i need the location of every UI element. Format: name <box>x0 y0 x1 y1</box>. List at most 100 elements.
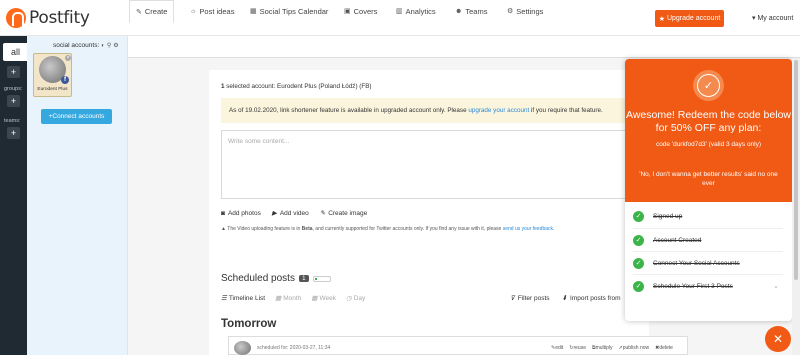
calendar-icon: ▦ <box>311 295 318 302</box>
tab-covers[interactable]: ▣ Covers <box>344 0 377 22</box>
scheduled-count-badge: 1 <box>298 275 309 282</box>
tab-bar <box>128 36 800 58</box>
checklist-label: Connect Your Social Accounts <box>653 259 740 267</box>
post-content-textarea[interactable]: Write some content... <box>221 130 626 199</box>
divider <box>633 274 783 275</box>
camera-icon: ◙ <box>221 209 225 217</box>
add-video-label: Add video <box>279 209 309 217</box>
action-label: edit <box>555 345 564 351</box>
checklist-item-account-created: ✓ Account Created <box>633 234 783 246</box>
tab-create[interactable]: ✎ Create <box>129 0 175 23</box>
tab-settings[interactable]: ⚙ Settings <box>507 0 543 22</box>
facebook-icon: f <box>61 76 69 84</box>
selected-text: selected account: <box>226 83 276 90</box>
scrollbar-thumb[interactable] <box>794 60 798 280</box>
edit-post-button[interactable]: ✎edit <box>551 345 563 351</box>
tab-social-tips-calendar[interactable]: ▦ Social Tips Calendar <box>250 0 328 22</box>
checklist-item-connect-accounts: ✓ Connect Your Social Accounts <box>633 257 783 269</box>
tab-label: Teams <box>465 6 488 16</box>
check-circle-icon: ✓ <box>633 280 644 292</box>
search-icon[interactable]: ⚲ <box>107 42 111 49</box>
import-label: Import posts from <box>570 294 621 302</box>
gear-icon[interactable]: ⚙ <box>113 42 118 49</box>
pencil-icon: ✎ <box>136 8 142 16</box>
scheduled-title: Scheduled posts <box>221 273 295 284</box>
beta-mid: , and currently supported for Twitter ac… <box>312 226 502 232</box>
create-image-button[interactable]: ✎ Create image <box>319 209 368 218</box>
add-video-button[interactable]: ▶ Add video <box>271 209 309 218</box>
tab-post-ideas[interactable]: ☼ Post ideas <box>190 0 234 22</box>
users-icon: ☻ <box>455 7 463 15</box>
toggle-icon[interactable]: ◐ <box>101 43 105 49</box>
promo-decline-text[interactable]: 'No, I don't wanna get better results' s… <box>635 171 782 188</box>
add-group-button[interactable]: + <box>7 95 20 107</box>
chevron-down-icon[interactable]: ⌄ <box>773 282 779 290</box>
image-icon: ▣ <box>344 8 351 15</box>
shortener-notice: As of 19.02.2020, link shortener feature… <box>221 98 626 123</box>
logo-text: Postfity <box>29 8 90 28</box>
add-photos-button[interactable]: ◙ Add photos <box>221 209 261 217</box>
divider <box>633 251 783 252</box>
promo-headline: Awesome! Redeem the code below for 50% O… <box>626 109 791 134</box>
view-day[interactable]: ◷ Day <box>346 294 365 303</box>
upgrade-link[interactable]: upgrade your account <box>468 107 529 114</box>
my-account-label: My account <box>757 15 794 22</box>
import-posts-button[interactable]: ⬇ Import posts from <box>562 294 621 303</box>
checklist-label: Schedule Your First 3 Posts <box>653 282 733 290</box>
upgrade-account-button[interactable]: ★ Upgrade account <box>655 10 724 27</box>
tab-label: Covers <box>353 6 378 16</box>
media-actions: ◙ Add photos ▶ Add video ✎ Create image <box>221 209 368 218</box>
postfity-logo-icon <box>6 8 26 28</box>
view-label: Timeline List <box>228 294 266 302</box>
remove-account-icon[interactable]: × <box>65 55 71 61</box>
filter-label: Filter posts <box>517 294 550 302</box>
checklist-label: Account Created <box>653 236 702 244</box>
warning-icon: ▲ <box>221 226 226 232</box>
filter-posts-button[interactable]: ⊽ Filter posts <box>510 294 550 303</box>
view-week[interactable]: ▦ Week <box>311 294 336 303</box>
action-label: reuse <box>573 345 586 351</box>
promo-check-badge: ✓ <box>693 70 724 101</box>
all-accounts-tab[interactable]: all <box>3 43 28 61</box>
add-account-plus-button[interactable]: + <box>7 66 20 78</box>
bar-chart-icon: ▥ <box>396 8 403 15</box>
view-label: Week <box>319 294 336 302</box>
selected-account-name: Eurodent Plus (Poland Łódź) (FB) <box>277 83 372 90</box>
tab-teams[interactable]: ☻ Teams <box>455 0 487 22</box>
create-image-label: Create image <box>328 209 368 217</box>
tab-label: Social Tips Calendar <box>259 6 329 16</box>
tab-label: Analytics <box>405 6 436 16</box>
view-switcher: ☰ Timeline List ▦ Month ▦ Week ◷ Day <box>221 294 365 303</box>
feedback-link[interactable]: send us your feedback <box>503 226 553 232</box>
beta-bold: Beta <box>301 226 313 232</box>
add-team-button[interactable]: + <box>7 127 20 139</box>
close-chat-button[interactable]: ✕ <box>765 326 791 352</box>
tab-analytics[interactable]: ▥ Analytics <box>396 0 436 22</box>
view-timeline-list[interactable]: ☰ Timeline List <box>221 294 266 303</box>
delete-post-button[interactable]: ✖delete <box>655 345 673 351</box>
multiply-post-button[interactable]: ⧉multiply <box>592 345 613 351</box>
scheduled-progress-bar <box>312 275 331 282</box>
publish-now-button[interactable]: ➚publish now <box>619 345 650 351</box>
promo-code-text: code 'durkfod7d3' (valid 3 days only) <box>655 141 762 148</box>
calendar-icon: ▦ <box>275 295 282 302</box>
calendar-icon: ▦ <box>250 8 257 15</box>
logo[interactable]: Postfity <box>6 8 90 28</box>
video-icon: ▶ <box>271 210 277 217</box>
checklist-item-schedule-posts[interactable]: ✓ Schedule Your First 3 Posts ⌄ <box>633 280 783 292</box>
tab-label: Settings <box>516 6 544 16</box>
account-card[interactable]: f × Eurodent Plus <box>33 53 72 97</box>
gears-icon: ⚙ <box>507 8 514 15</box>
my-account-menu[interactable]: ▾ My account <box>752 14 793 22</box>
view-label: Month <box>283 294 302 302</box>
checkmark-icon: ✓ <box>697 74 720 97</box>
tab-label: Post ideas <box>199 6 235 16</box>
lightbulb-icon: ☼ <box>190 7 197 15</box>
view-month[interactable]: ▦ Month <box>275 294 302 303</box>
action-label: delete <box>659 345 673 351</box>
reuse-post-button[interactable]: ↻reuse <box>569 345 586 351</box>
upgrade-label: Upgrade account <box>666 15 721 22</box>
connect-accounts-button[interactable]: + Connect accounts <box>41 109 112 124</box>
pencil-icon: ✎ <box>319 210 326 217</box>
list-icon: ☰ <box>221 295 227 302</box>
